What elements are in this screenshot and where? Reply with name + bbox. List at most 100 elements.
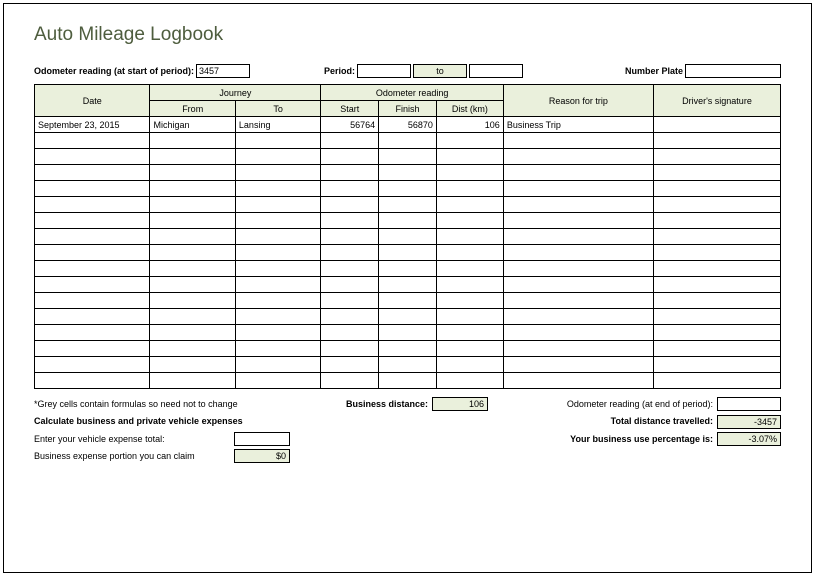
cell-start[interactable] — [321, 149, 379, 165]
cell-start[interactable] — [321, 341, 379, 357]
cell-to[interactable] — [235, 309, 320, 325]
cell-from[interactable] — [150, 309, 235, 325]
cell-reason[interactable] — [503, 309, 653, 325]
cell-to[interactable] — [235, 357, 320, 373]
cell-start[interactable] — [321, 245, 379, 261]
cell-reason[interactable] — [503, 165, 653, 181]
cell-from[interactable] — [150, 165, 235, 181]
cell-finish[interactable] — [379, 229, 437, 245]
cell-finish[interactable] — [379, 213, 437, 229]
cell-signature[interactable] — [653, 373, 780, 389]
cell-date[interactable] — [35, 277, 150, 293]
cell-finish[interactable] — [379, 197, 437, 213]
cell-from[interactable] — [150, 213, 235, 229]
cell-start[interactable] — [321, 277, 379, 293]
cell-to[interactable] — [235, 245, 320, 261]
cell-reason[interactable] — [503, 181, 653, 197]
cell-finish[interactable] — [379, 357, 437, 373]
cell-signature[interactable] — [653, 165, 780, 181]
cell-start[interactable] — [321, 133, 379, 149]
cell-from[interactable] — [150, 341, 235, 357]
cell-reason[interactable] — [503, 197, 653, 213]
cell-reason[interactable] — [503, 229, 653, 245]
period-to-input[interactable] — [469, 64, 523, 78]
cell-date[interactable] — [35, 325, 150, 341]
cell-start[interactable] — [321, 357, 379, 373]
cell-to[interactable] — [235, 213, 320, 229]
cell-signature[interactable] — [653, 133, 780, 149]
cell-to[interactable] — [235, 325, 320, 341]
cell-from[interactable] — [150, 133, 235, 149]
cell-date[interactable] — [35, 229, 150, 245]
cell-to[interactable]: Lansing — [235, 117, 320, 133]
cell-date[interactable] — [35, 213, 150, 229]
cell-signature[interactable] — [653, 261, 780, 277]
cell-start[interactable] — [321, 197, 379, 213]
cell-from[interactable] — [150, 373, 235, 389]
cell-from[interactable] — [150, 293, 235, 309]
cell-reason[interactable]: Business Trip — [503, 117, 653, 133]
cell-to[interactable] — [235, 373, 320, 389]
cell-start[interactable] — [321, 309, 379, 325]
cell-finish[interactable]: 56870 — [379, 117, 437, 133]
cell-date[interactable] — [35, 197, 150, 213]
cell-finish[interactable] — [379, 277, 437, 293]
cell-signature[interactable] — [653, 277, 780, 293]
cell-date[interactable] — [35, 293, 150, 309]
cell-to[interactable] — [235, 149, 320, 165]
cell-to[interactable] — [235, 197, 320, 213]
cell-start[interactable] — [321, 325, 379, 341]
cell-from[interactable]: Michigan — [150, 117, 235, 133]
cell-signature[interactable] — [653, 197, 780, 213]
cell-signature[interactable] — [653, 309, 780, 325]
cell-reason[interactable] — [503, 133, 653, 149]
cell-date[interactable] — [35, 149, 150, 165]
cell-from[interactable] — [150, 149, 235, 165]
cell-start[interactable] — [321, 181, 379, 197]
cell-from[interactable] — [150, 277, 235, 293]
cell-reason[interactable] — [503, 325, 653, 341]
odometer-start-input[interactable]: 3457 — [196, 64, 250, 78]
cell-to[interactable] — [235, 261, 320, 277]
cell-from[interactable] — [150, 357, 235, 373]
cell-reason[interactable] — [503, 373, 653, 389]
cell-signature[interactable] — [653, 357, 780, 373]
cell-from[interactable] — [150, 245, 235, 261]
cell-signature[interactable] — [653, 181, 780, 197]
cell-from[interactable] — [150, 197, 235, 213]
cell-signature[interactable] — [653, 213, 780, 229]
cell-to[interactable] — [235, 277, 320, 293]
expense-total-input[interactable] — [234, 432, 290, 446]
cell-reason[interactable] — [503, 245, 653, 261]
cell-date[interactable] — [35, 261, 150, 277]
cell-start[interactable] — [321, 261, 379, 277]
cell-date[interactable] — [35, 373, 150, 389]
cell-start[interactable] — [321, 165, 379, 181]
cell-date[interactable] — [35, 181, 150, 197]
cell-signature[interactable] — [653, 245, 780, 261]
cell-to[interactable] — [235, 165, 320, 181]
cell-signature[interactable] — [653, 325, 780, 341]
cell-start[interactable]: 56764 — [321, 117, 379, 133]
cell-reason[interactable] — [503, 261, 653, 277]
cell-finish[interactable] — [379, 373, 437, 389]
cell-finish[interactable] — [379, 309, 437, 325]
cell-finish[interactable] — [379, 341, 437, 357]
cell-signature[interactable] — [653, 293, 780, 309]
cell-reason[interactable] — [503, 293, 653, 309]
cell-date[interactable] — [35, 309, 150, 325]
cell-to[interactable] — [235, 133, 320, 149]
cell-reason[interactable] — [503, 277, 653, 293]
cell-signature[interactable] — [653, 117, 780, 133]
cell-signature[interactable] — [653, 341, 780, 357]
cell-to[interactable] — [235, 293, 320, 309]
cell-date[interactable]: September 23, 2015 — [35, 117, 150, 133]
cell-date[interactable] — [35, 341, 150, 357]
period-from-input[interactable] — [357, 64, 411, 78]
cell-start[interactable] — [321, 373, 379, 389]
cell-date[interactable] — [35, 165, 150, 181]
number-plate-input[interactable] — [685, 64, 781, 78]
cell-finish[interactable] — [379, 165, 437, 181]
cell-signature[interactable] — [653, 229, 780, 245]
cell-finish[interactable] — [379, 133, 437, 149]
